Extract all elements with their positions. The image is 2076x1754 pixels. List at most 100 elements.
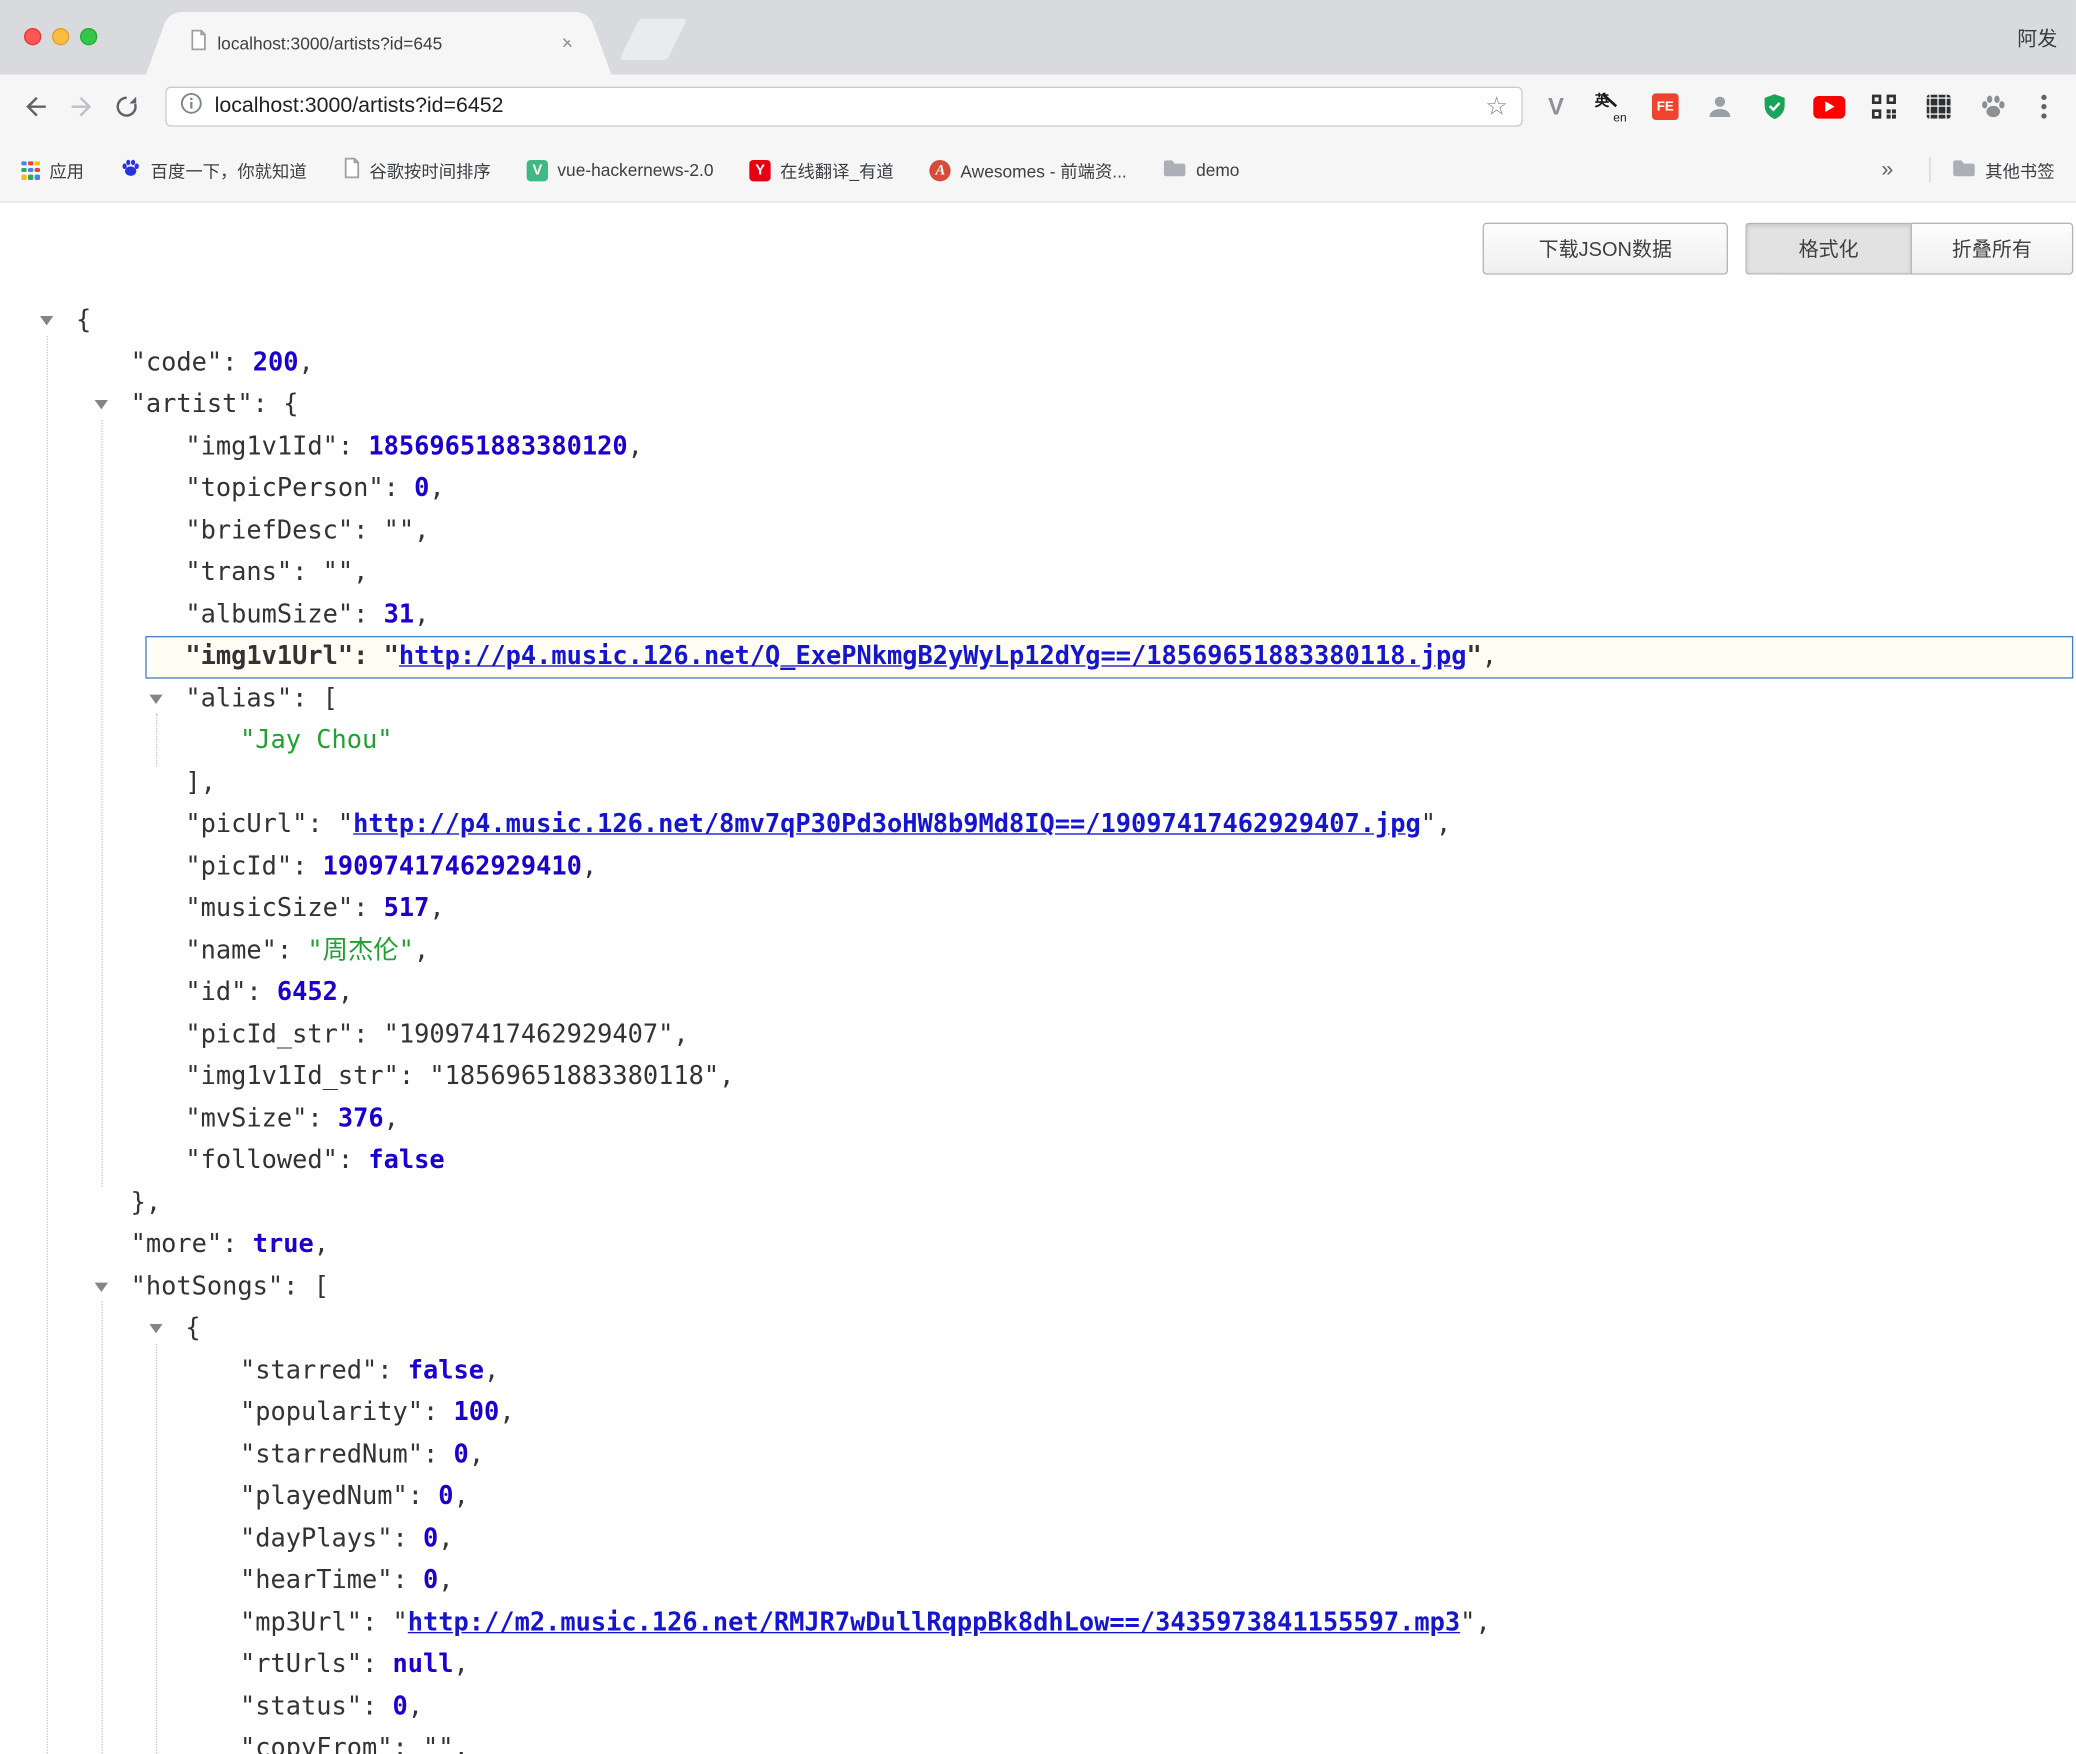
player-icon[interactable]: [1921, 89, 1956, 124]
person-icon[interactable]: [1703, 89, 1738, 124]
json-punctuation: ,: [582, 851, 597, 880]
json-punctuation: ,: [1482, 641, 1497, 670]
bookmarks-overflow-chevron[interactable]: »: [1881, 158, 1893, 182]
json-punctuation: ,: [469, 1439, 484, 1468]
json-line: "picUrl": "http://p4.music.126.net/8mv7q…: [0, 804, 2076, 846]
json-punctuation: :: [423, 1397, 454, 1426]
json-punctuation: ,: [454, 1649, 469, 1678]
youtube-icon[interactable]: [1812, 89, 1847, 124]
json-punctuation: ,: [719, 1061, 734, 1090]
format-button[interactable]: 格式化: [1745, 223, 1910, 275]
bookmark-apps[interactable]: 应用: [21, 157, 84, 182]
json-string-value: "": [384, 515, 415, 544]
json-punctuation: ,: [1475, 1607, 1490, 1636]
collapse-all-button[interactable]: 折叠所有: [1911, 223, 2074, 275]
json-url-link[interactable]: http://p4.music.126.net/Q_ExePNkmgB2yWyL…: [399, 641, 1467, 670]
bookmark-awesomes[interactable]: A Awesomes - 前端资...: [930, 157, 1127, 182]
folder-icon: [1952, 159, 1976, 182]
collapse-triangle-icon[interactable]: [40, 316, 53, 325]
bookmark-demo-folder[interactable]: demo: [1163, 159, 1240, 182]
json-punctuation: ,: [429, 473, 444, 502]
json-url-link[interactable]: http://m2.music.126.net/RMJR7wDullRqppBk…: [408, 1607, 1460, 1636]
json-punctuation: :: [353, 893, 384, 922]
json-number-value: 0: [423, 1565, 438, 1594]
json-key: "popularity": [240, 1397, 423, 1426]
profile-name[interactable]: 阿发: [2017, 0, 2057, 75]
json-punctuation: {: [76, 305, 91, 334]
page-info-icon[interactable]: [180, 92, 203, 121]
bookmark-youdao[interactable]: Y 在线翻译_有道: [749, 157, 893, 182]
apps-grid-icon: [21, 161, 40, 180]
json-line: "musicSize": 517,: [0, 888, 2076, 930]
tab-title: localhost:3000/artists?id=645: [217, 33, 551, 53]
tab-favicon-icon: [189, 29, 206, 57]
json-punctuation: ,: [438, 1565, 453, 1594]
url-text[interactable]: localhost:3000/artists?id=6452: [215, 95, 1474, 119]
json-string-value: "19097417462929407": [384, 1019, 674, 1048]
json-line: "briefDesc": "",: [0, 510, 2076, 552]
paw-icon[interactable]: [1976, 89, 2011, 124]
bookmark-star-icon[interactable]: ☆: [1485, 94, 1508, 119]
browser-tab[interactable]: localhost:3000/artists?id=645 ×: [171, 12, 587, 75]
json-line: "dayPlays": 0,: [0, 1518, 2076, 1560]
reload-button[interactable]: [104, 84, 149, 129]
bookmark-label: 在线翻译_有道: [780, 157, 894, 182]
json-punctuation: :: [353, 515, 384, 544]
json-url-link[interactable]: http://p4.music.126.net/8mv7qP30Pd3oHW8b…: [353, 809, 1421, 838]
download-json-button[interactable]: 下载JSON数据: [1483, 223, 1728, 275]
fullscreen-window-button[interactable]: [80, 28, 97, 45]
json-punctuation: ,: [673, 1019, 688, 1048]
view-mode-segmented-control: 格式化 折叠所有: [1745, 223, 2073, 275]
vimium-icon[interactable]: V: [1539, 89, 1574, 124]
json-key: "followed": [185, 1145, 338, 1174]
json-line: "more": true,: [0, 1224, 2076, 1266]
json-punctuation: :: [399, 1061, 430, 1090]
collapse-triangle-icon[interactable]: [95, 400, 108, 409]
json-number-value: 0: [454, 1439, 469, 1468]
json-line: "popularity": 100,: [0, 1392, 2076, 1434]
new-tab-button[interactable]: [619, 19, 687, 60]
collapse-triangle-icon[interactable]: [95, 1282, 108, 1291]
qrcode-icon[interactable]: [1867, 89, 1902, 124]
json-number-value: true: [253, 1229, 314, 1258]
json-punctuation: :: [353, 641, 384, 670]
collapse-triangle-icon[interactable]: [149, 1324, 162, 1333]
json-line: ],: [0, 762, 2076, 804]
tab-close-icon[interactable]: ×: [562, 33, 574, 53]
json-number-value: 6452: [277, 977, 338, 1006]
json-key: "status": [240, 1691, 362, 1720]
address-bar[interactable]: localhost:3000/artists?id=6452 ☆: [165, 87, 1522, 127]
collapse-triangle-icon[interactable]: [149, 694, 162, 703]
json-key: "topicPerson": [185, 473, 383, 502]
bookmark-baidu[interactable]: 百度一下，你就知道: [120, 157, 307, 182]
json-line: "hearTime": 0,: [0, 1560, 2076, 1602]
back-button[interactable]: [13, 84, 58, 129]
json-number-value: 200: [253, 347, 299, 376]
json-line: "copyFrom": "",: [0, 1728, 2076, 1754]
forward-button[interactable]: [59, 84, 104, 129]
fe-icon[interactable]: FE: [1648, 89, 1683, 124]
bookmark-google-sort[interactable]: 谷歌按时间排序: [343, 157, 491, 182]
json-key: "id": [185, 977, 246, 1006]
bookmark-label: 百度一下，你就知道: [151, 157, 307, 182]
other-bookmarks-folder[interactable]: 其他书签: [1929, 157, 2054, 182]
json-punctuation: },: [131, 1187, 162, 1216]
indent-guide-line: [156, 1343, 157, 1754]
json-string-value: "Jay Chou": [240, 725, 393, 754]
json-punctuation: :: [292, 557, 323, 586]
shield-icon[interactable]: [1757, 89, 1792, 124]
bookmark-vue-hackernews[interactable]: V vue-hackernews-2.0: [527, 159, 714, 180]
json-number-value: false: [408, 1355, 484, 1384]
json-line: "picId": 19097417462929410,: [0, 846, 2076, 888]
json-line: "status": 0,: [0, 1686, 2076, 1728]
bookmarks-bar: 应用 百度一下，你就知道 谷歌按时间排序 V vue-hackernews-2.…: [0, 139, 2076, 203]
browser-menu-icon[interactable]: [2031, 89, 2058, 124]
json-punctuation: ,: [628, 431, 643, 460]
bookmark-label: 应用: [49, 157, 84, 182]
json-line: "mp3Url": "http://m2.music.126.net/RMJR7…: [0, 1602, 2076, 1644]
translate-pen-icon[interactable]: 英en: [1593, 89, 1628, 124]
minimize-window-button[interactable]: [52, 28, 69, 45]
json-line: {: [0, 1308, 2076, 1350]
page-icon: [343, 157, 360, 182]
close-window-button[interactable]: [24, 28, 41, 45]
